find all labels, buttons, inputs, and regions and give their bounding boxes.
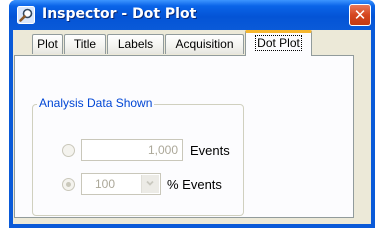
percent-events-radio[interactable]	[62, 178, 75, 191]
radio-selected-dot	[66, 182, 71, 187]
tab-labels[interactable]: Labels	[107, 34, 164, 54]
events-label: Events	[190, 143, 230, 158]
events-count-input[interactable]: 1,000	[81, 139, 183, 161]
chevron-down-icon	[146, 180, 154, 186]
magnifier-icon	[17, 6, 35, 24]
tab-acquisition[interactable]: Acquisition	[165, 34, 244, 54]
tab-label: Title	[73, 37, 97, 51]
tab-label: Plot	[37, 37, 58, 51]
percent-events-combobox[interactable]: 100	[81, 173, 161, 195]
events-count-radio[interactable]	[62, 144, 75, 157]
tab-label: Acquisition	[175, 37, 234, 51]
tab-label: Dot Plot	[255, 35, 302, 51]
tab-title[interactable]: Title	[64, 34, 106, 54]
tab-label: Labels	[117, 37, 154, 51]
dropdown-button[interactable]	[141, 175, 159, 193]
percent-events-label: % Events	[167, 177, 222, 192]
window-title: Inspector - Dot Plot	[42, 6, 197, 22]
tab-plot[interactable]: Plot	[32, 34, 63, 54]
close-button[interactable]: ✕	[349, 4, 371, 26]
groupbox-title: Analysis Data Shown	[37, 96, 155, 111]
percent-events-value: 100	[95, 177, 116, 191]
tab-dot-plot[interactable]: Dot Plot	[245, 30, 312, 56]
close-icon: ✕	[353, 6, 367, 24]
title-bar[interactable]: Inspector - Dot Plot ✕	[9, 0, 375, 30]
